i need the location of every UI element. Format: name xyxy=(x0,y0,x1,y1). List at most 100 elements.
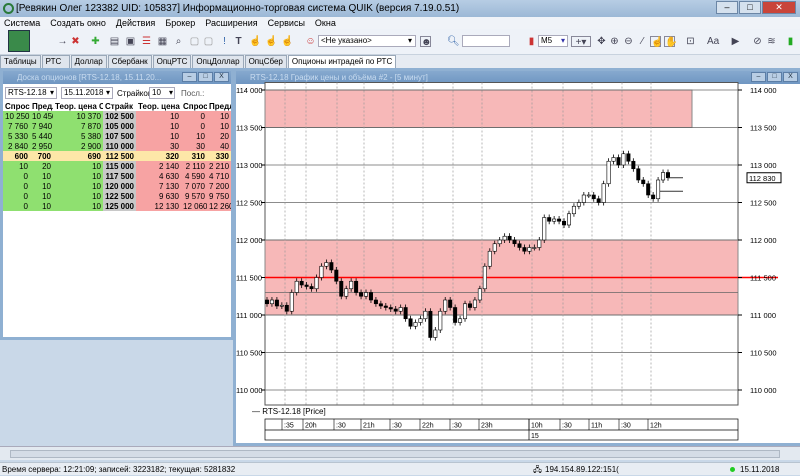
column-header[interactable]: Спрос P xyxy=(181,101,207,111)
candle xyxy=(512,239,517,245)
table-cell: 10 xyxy=(53,191,103,201)
table-cell: 2 840 xyxy=(3,141,30,151)
account-select[interactable]: <Не указано> ▾ xyxy=(318,35,416,47)
tab-options-intraday-rts[interactable]: Опционы интрадей по РТС xyxy=(287,55,397,68)
scrollbar-thumb[interactable] xyxy=(10,450,780,458)
hide-icon[interactable]: ⊘ xyxy=(752,36,763,47)
network-icon: 🖧︎ xyxy=(533,465,542,474)
move-icon[interactable]: ✥ xyxy=(596,36,607,47)
column-header[interactable]: Предл С xyxy=(30,101,53,111)
tab-rts[interactable]: РТС xyxy=(41,55,70,68)
table-row[interactable]: 0 10 10 120 000 7 130 7 070 7 200 xyxy=(3,181,231,191)
connection-icon[interactable] xyxy=(8,30,30,52)
tab-tables[interactable]: Таблицы xyxy=(0,55,41,68)
search-table-icon[interactable]: ⌕ xyxy=(173,36,184,47)
y-tick-label-right: 110 500 xyxy=(750,349,777,358)
arrow-icon[interactable]: → xyxy=(57,36,68,47)
table-row[interactable]: 2 840 2 950 2 900 110 000 30 30 40 xyxy=(3,141,231,151)
chart-type-icon[interactable]: ▮ xyxy=(526,36,537,47)
menu-broker[interactable]: Брокер xyxy=(165,17,195,29)
table-cell: 2 950 xyxy=(30,141,53,151)
candle xyxy=(626,153,631,162)
orders-icon[interactable]: ☰ xyxy=(141,36,152,47)
trades-icon[interactable]: ▦ xyxy=(157,36,168,47)
layers-icon[interactable]: ≋ xyxy=(766,36,777,47)
quotes-icon[interactable]: ▣ xyxy=(125,36,136,47)
table-cell: 9 570 xyxy=(181,191,207,201)
table-cell: 125 000 xyxy=(103,201,136,211)
tab-sberbank[interactable]: Сбербанк xyxy=(107,55,152,68)
candle xyxy=(492,243,497,252)
table-row[interactable]: 0 10 10 122 500 9 630 9 570 9 750 xyxy=(3,191,231,201)
client-icon[interactable]: ☻ xyxy=(420,36,432,48)
strikes-select[interactable]: 10 ▾ xyxy=(149,87,175,99)
new-window-icon[interactable]: ✚ xyxy=(90,36,101,47)
candle xyxy=(586,194,591,197)
price-chart[interactable]: 114 000 114 000 113 500 113 500 113 000 113 0… xyxy=(236,82,800,444)
candle xyxy=(448,299,453,308)
table-row[interactable]: 5 330 5 440 5 380 107 500 10 10 20 xyxy=(3,131,231,141)
font-icon[interactable]: Aa xyxy=(707,36,719,47)
horizontal-scrollbar[interactable] xyxy=(0,446,800,460)
menu-create-window[interactable]: Создать окно xyxy=(50,17,106,29)
maximize-button[interactable]: □ xyxy=(767,72,782,82)
tab-opc-sber[interactable]: ОпцСбер xyxy=(244,55,287,68)
table-row[interactable]: 0 10 10 117 500 4 630 4 590 4 710 xyxy=(3,171,231,181)
pointer-hand-icon[interactable]: ☝ xyxy=(650,36,663,48)
date-label: 15 xyxy=(531,433,539,440)
y-tick-label-left: 113 000 xyxy=(236,161,263,170)
minimize-button[interactable]: – xyxy=(182,72,197,82)
last-price-label: Посл.: xyxy=(181,89,205,98)
table-row[interactable]: 10 25010 45010 370102 50010010 xyxy=(3,111,231,121)
column-header[interactable]: Предл P xyxy=(207,101,231,111)
close-button[interactable]: X xyxy=(783,72,798,82)
close-button[interactable]: ✕ xyxy=(762,1,796,14)
menu-actions[interactable]: Действия xyxy=(116,17,155,29)
tab-dollar[interactable]: Доллар xyxy=(70,55,107,68)
zoom-out-icon[interactable]: ⊖ xyxy=(623,36,634,47)
crosshair-button[interactable]: +▾ xyxy=(571,36,591,48)
expiry-date-select[interactable]: 15.11.2018 ▾ xyxy=(61,87,113,99)
close-button[interactable]: X xyxy=(214,72,229,82)
user-icon[interactable]: ☺ xyxy=(305,36,316,47)
window-title-bar[interactable]: Доска опционов [RTS-12.18, 15.11.20... –… xyxy=(3,71,231,84)
table-row[interactable]: 7 760 7 940 7 870 105 000 10 0 10 xyxy=(3,121,231,131)
tab-opc-rts[interactable]: ОпцРТС xyxy=(152,55,192,68)
table-row[interactable]: 10 20 10 115 000 2 140 2 110 2 210 xyxy=(3,161,231,171)
menu-extensions[interactable]: Расширения xyxy=(205,17,257,29)
menu-services[interactable]: Сервисы xyxy=(268,17,305,29)
menu-system[interactable]: Система xyxy=(4,17,40,29)
table-icon[interactable]: ▤ xyxy=(109,36,120,47)
fill-icon[interactable]: ▶ xyxy=(730,36,741,47)
zoom-in-icon[interactable]: ⊕ xyxy=(609,36,620,47)
column-header[interactable]: Страйк xyxy=(103,101,136,111)
indicators-icon[interactable]: ▮ xyxy=(785,36,796,47)
menu-windows[interactable]: Окна xyxy=(315,17,336,29)
candle xyxy=(309,286,314,290)
column-header[interactable]: Спрос С xyxy=(3,101,30,111)
candle xyxy=(621,153,626,166)
disconnect-icon[interactable]: ✖ xyxy=(70,36,81,47)
table-cell: 20 xyxy=(30,161,53,171)
minimize-button[interactable]: – xyxy=(751,72,766,82)
table-cell: 2 140 xyxy=(136,161,181,171)
alert-icon[interactable]: ! xyxy=(219,36,230,47)
search-input[interactable] xyxy=(462,35,510,47)
tab-opc-dollar[interactable]: ОпцДоллар xyxy=(192,55,244,68)
maximize-button[interactable]: □ xyxy=(739,1,761,14)
minimize-button[interactable]: – xyxy=(716,1,738,14)
column-header[interactable]: Теор. цена С xyxy=(53,101,103,111)
rectangle-icon[interactable]: ⊡ xyxy=(685,36,696,47)
current-price-label: 112 830 xyxy=(749,174,776,183)
column-header[interactable]: Теор. цена P xyxy=(136,101,181,111)
table-row[interactable]: 01010125 00012 13012 06012 260 xyxy=(3,201,231,211)
instrument-select[interactable]: RTS-12.18 ▾ xyxy=(5,87,57,99)
table-row[interactable]: 600 700 690 112 500 320 310 330 xyxy=(3,151,231,161)
maximize-button[interactable]: □ xyxy=(198,72,213,82)
candle xyxy=(651,194,656,200)
text-icon[interactable]: T xyxy=(233,36,244,47)
grab-hand-icon[interactable]: ✋ xyxy=(664,36,677,48)
candle xyxy=(596,198,601,203)
interval-select[interactable]: M5 ▾ xyxy=(538,35,568,47)
ruler-icon[interactable]: ⁄ xyxy=(637,36,648,47)
